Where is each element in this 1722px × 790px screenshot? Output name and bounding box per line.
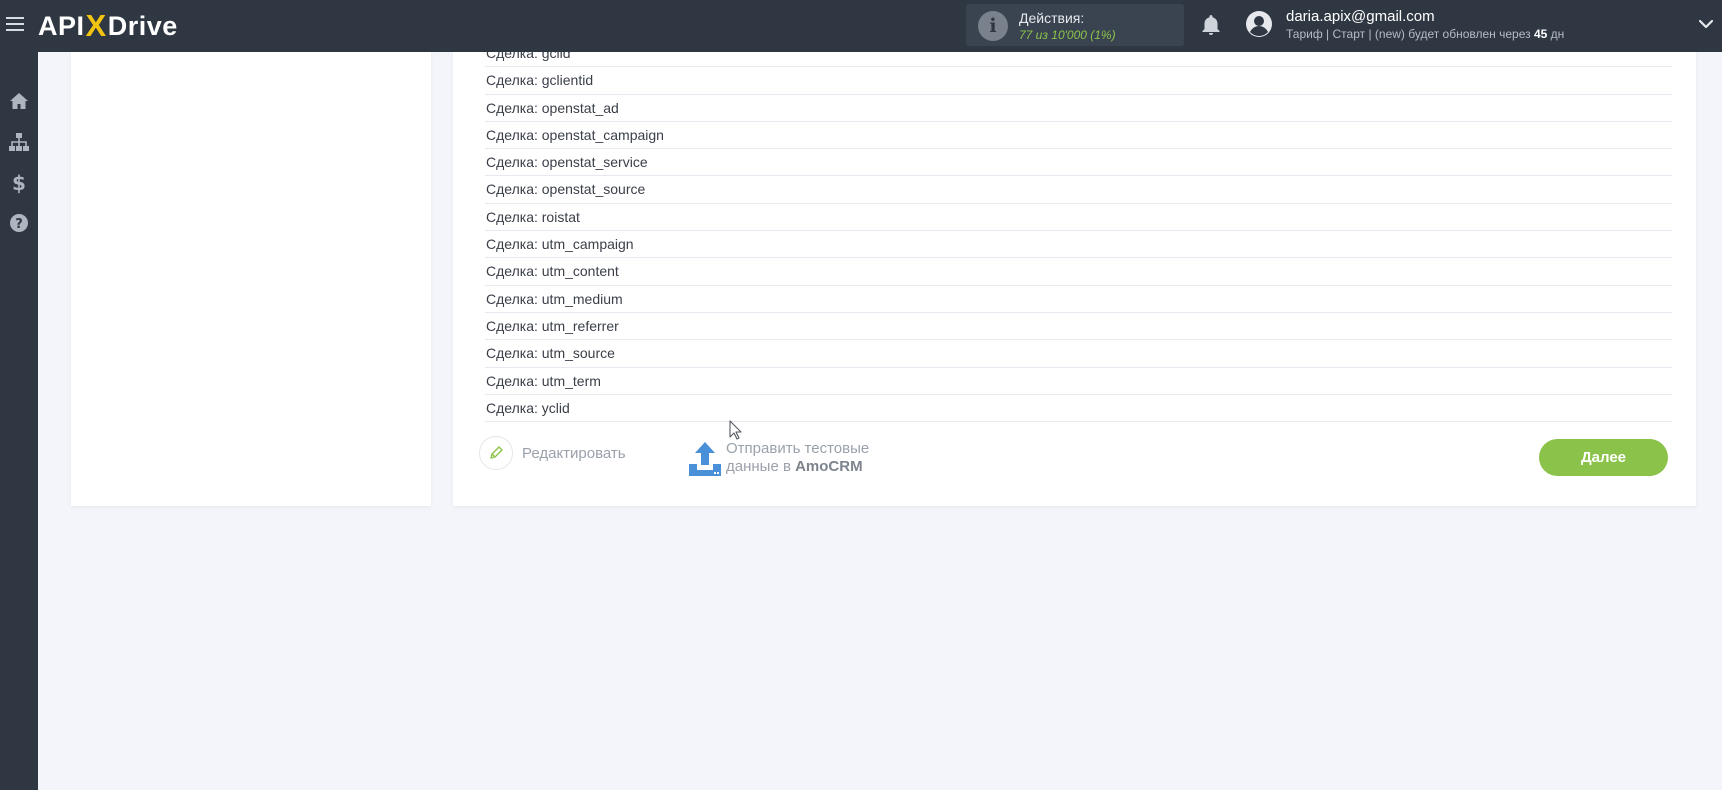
home-icon[interactable] bbox=[6, 88, 32, 114]
user-avatar-icon[interactable] bbox=[1245, 10, 1273, 38]
edit-button[interactable]: Редактировать bbox=[479, 435, 626, 471]
field-row: Сделка: gclid bbox=[485, 52, 1672, 68]
logo[interactable]: API X Drive bbox=[38, 6, 178, 46]
dollar-icon[interactable]: $ bbox=[6, 170, 32, 196]
sidebar: $ ? bbox=[0, 52, 38, 790]
fields-panel: Сделка: gclid Сделка: gclientid Сделка: … bbox=[453, 52, 1696, 506]
send-line-1: Отправить тестовые bbox=[726, 440, 870, 457]
actions-count: 77 из 10'000 (1%) bbox=[1019, 28, 1116, 42]
plan-unit: дн bbox=[1547, 27, 1565, 41]
field-row: Сделка: utm_source bbox=[485, 340, 1672, 368]
field-list: Сделка: gclid Сделка: gclientid Сделка: … bbox=[485, 52, 1672, 423]
menu-icon[interactable] bbox=[6, 13, 26, 35]
user-email[interactable]: daria.apix@gmail.com bbox=[1286, 8, 1435, 25]
svg-text:$: $ bbox=[12, 172, 26, 194]
logo-x: X bbox=[85, 8, 107, 43]
field-row: Сделка: gclientid bbox=[485, 67, 1672, 95]
sitemap-icon[interactable] bbox=[6, 129, 32, 155]
field-row: Сделка: openstat_campaign bbox=[485, 122, 1672, 150]
bell-icon[interactable] bbox=[1199, 13, 1223, 37]
field-row: Сделка: openstat_service bbox=[485, 149, 1672, 177]
actions-label: Действия: bbox=[1019, 10, 1085, 26]
plan-text: Тариф | Старт | (new) будет обновлен чер… bbox=[1286, 27, 1534, 41]
svg-text:?: ? bbox=[15, 217, 23, 232]
send-line-2-text: данные в bbox=[726, 458, 796, 475]
field-row: Сделка: utm_medium bbox=[485, 286, 1672, 313]
send-test-data-button[interactable]: Отправить тестовые данные в AmoCRM bbox=[687, 440, 869, 478]
send-line-2: данные в AmoCRM bbox=[726, 458, 869, 476]
user-plan: Тариф | Старт | (new) будет обновлен чер… bbox=[1286, 27, 1564, 41]
edit-label: Редактировать bbox=[522, 444, 626, 462]
left-panel bbox=[71, 52, 431, 506]
field-row: Сделка: utm_referrer bbox=[485, 313, 1672, 341]
top-bar: API X Drive i Действия: 77 из 10'000 (1%) … bbox=[0, 0, 1722, 52]
logo-drive: Drive bbox=[107, 10, 178, 41]
mouse-cursor-icon bbox=[729, 420, 742, 440]
pencil-icon bbox=[479, 436, 513, 470]
help-icon[interactable]: ? bbox=[6, 210, 32, 236]
actions-counter[interactable]: i Действия: 77 из 10'000 (1%) bbox=[966, 4, 1184, 46]
upload-icon bbox=[689, 442, 721, 476]
field-row: Сделка: openstat_source bbox=[485, 176, 1672, 204]
field-row: Сделка: openstat_ad bbox=[485, 95, 1672, 122]
field-row: Сделка: roistat bbox=[485, 204, 1672, 232]
send-test-label: Отправить тестовые данные в AmoCRM bbox=[726, 440, 869, 476]
chevron-down-icon[interactable] bbox=[1698, 16, 1714, 32]
plan-days: 45 bbox=[1533, 27, 1548, 41]
field-row: Сделка: utm_content bbox=[485, 258, 1672, 286]
logo-api: API bbox=[38, 10, 85, 41]
info-icon: i bbox=[978, 11, 1008, 41]
send-target: AmoCRM bbox=[795, 458, 863, 475]
field-row: Сделка: yclid bbox=[485, 395, 1672, 423]
field-row: Сделка: utm_campaign bbox=[485, 231, 1672, 259]
next-button[interactable]: Далее bbox=[1539, 439, 1668, 476]
field-row: Сделка: utm_term bbox=[485, 368, 1672, 395]
